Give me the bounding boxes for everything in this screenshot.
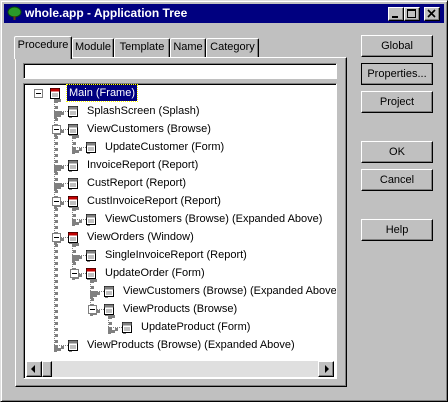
tree-node-label: CustInvoiceReport (Report) <box>87 195 221 207</box>
procedure-icon <box>68 124 78 135</box>
procedure-icon <box>86 214 96 225</box>
procedure-icon <box>104 286 114 297</box>
tree-node-label: CustReport (Report) <box>87 177 187 189</box>
tree-node-label: ViewProducts (Browse) <box>123 303 238 315</box>
close-icon[interactable] <box>424 7 440 21</box>
tree-connector-line <box>108 315 112 333</box>
collapse-toggle-icon[interactable] <box>52 125 61 134</box>
window-title: whole.app - Application Tree <box>25 6 188 20</box>
project-button[interactable]: Project <box>361 91 433 113</box>
tree-node-label: UpdateCustomer (Form) <box>105 141 225 153</box>
tab-template[interactable]: Template <box>114 38 170 57</box>
help-button[interactable]: Help <box>361 219 433 241</box>
left-arrow-icon[interactable] <box>26 361 42 377</box>
frame-icon <box>50 88 60 99</box>
maximize-icon[interactable] <box>404 7 420 21</box>
tree-node-label: ViewProducts (Browse) (Expanded Above) <box>87 339 295 351</box>
procedure-icon <box>68 340 78 351</box>
tree-node-label: InvoiceReport (Report) <box>87 159 199 171</box>
collapse-toggle-icon[interactable] <box>88 305 97 314</box>
collapse-toggle-icon[interactable] <box>70 269 79 278</box>
tree-node-label: ViewCustomers (Browse) (Expanded Above) <box>105 213 323 225</box>
collapse-toggle-icon[interactable] <box>52 197 61 206</box>
collapse-toggle-icon[interactable] <box>52 233 61 242</box>
tab-procedure[interactable]: Procedure <box>14 36 72 59</box>
procedure-icon <box>86 142 96 153</box>
minimize-icon[interactable] <box>388 7 404 21</box>
application-tree-window: whole.app - Application Tree Procedure M… <box>0 0 448 402</box>
procedure-icon <box>68 160 78 171</box>
tree-node-label: SingleInvoiceReport (Report) <box>105 249 247 261</box>
tab-category[interactable]: Category <box>206 38 259 57</box>
tree-node-label: ViewCustomers (Browse) <box>87 123 211 135</box>
procedure-icon <box>68 178 78 189</box>
procedure-icon <box>122 322 132 333</box>
tree-node-label: UpdateOrder (Form) <box>105 267 205 279</box>
tree-connector-line <box>72 135 76 153</box>
scroll-thumb[interactable] <box>42 361 52 377</box>
tree-node-label: ViewCustomers (Browse) (Expanded Above) <box>123 285 337 297</box>
global-button[interactable]: Global <box>361 35 433 57</box>
tree-node-label: SplashScreen (Splash) <box>87 105 200 117</box>
tree-connector-line <box>54 237 58 351</box>
ok-button[interactable]: OK <box>361 141 433 163</box>
tree-node-label: UpdateProduct (Form) <box>141 321 251 333</box>
tree-connector-line <box>72 207 76 225</box>
tab-module[interactable]: Module <box>72 38 114 57</box>
tree-app-icon <box>7 6 22 21</box>
properties-button[interactable]: Properties... <box>361 63 433 85</box>
tree-node-label: ViewOrders (Window) <box>87 231 194 243</box>
procedure-tree[interactable]: Main (Frame) SplashScreen (Splash) ViewCus… <box>23 83 337 379</box>
collapse-toggle-icon[interactable] <box>34 89 43 98</box>
filter-input[interactable] <box>23 63 337 79</box>
horizontal-scrollbar[interactable] <box>26 361 334 377</box>
frame-icon <box>68 196 78 207</box>
procedure-icon <box>104 304 114 315</box>
right-arrow-icon[interactable] <box>318 361 334 377</box>
procedure-icon <box>86 250 96 261</box>
tree-node-label: Main (Frame) <box>65 84 139 102</box>
title-bar[interactable]: whole.app - Application Tree <box>4 4 444 23</box>
frame-icon <box>86 268 96 279</box>
cancel-button[interactable]: Cancel <box>361 169 433 191</box>
frame-icon <box>68 232 78 243</box>
tab-name[interactable]: Name <box>170 38 206 57</box>
procedure-icon <box>68 106 78 117</box>
